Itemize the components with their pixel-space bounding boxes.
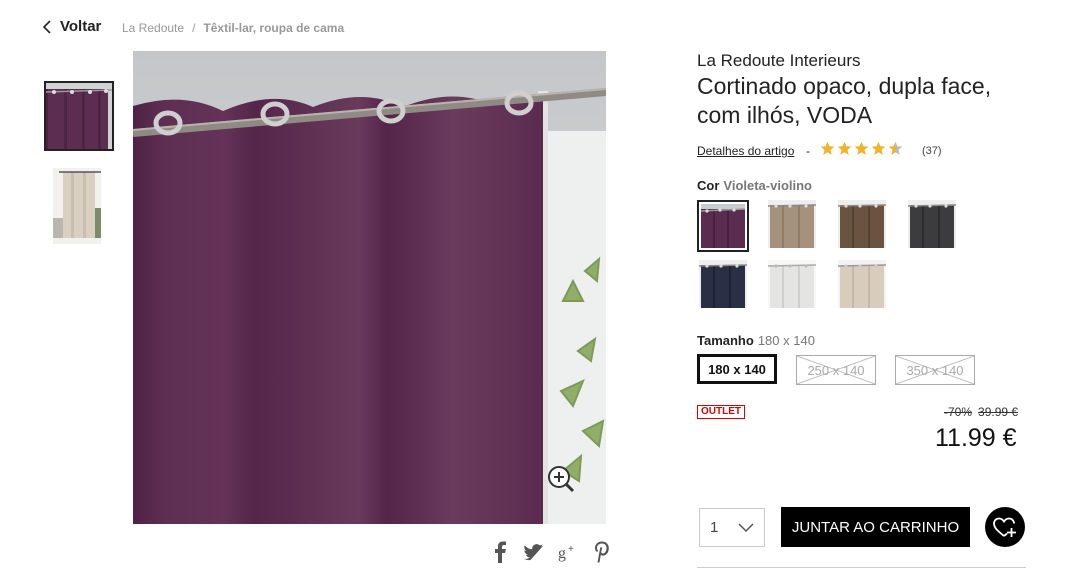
color-swatch-castanho[interactable] — [838, 200, 886, 248]
breadcrumb-item-current[interactable]: Têxtil-lar, roupa de cama — [203, 21, 344, 35]
size-option-250x140[interactable]: 250 x 140 — [796, 355, 876, 385]
color-swatch-azul[interactable] — [699, 260, 747, 308]
size-option-350x140[interactable]: 350 x 140 — [895, 355, 975, 385]
color-label-text: Cor — [697, 178, 720, 193]
add-to-cart-button[interactable]: JUNTAR AO CARRINHO — [781, 507, 970, 547]
divider — [697, 567, 1026, 568]
back-link[interactable]: Voltar — [42, 18, 101, 35]
facebook-icon[interactable] — [490, 540, 510, 564]
outlet-badge: OUTLET — [697, 405, 745, 419]
back-label: Voltar — [60, 18, 102, 35]
google-plus-icon[interactable]: g + — [558, 540, 578, 564]
review-count[interactable]: (37) — [922, 145, 942, 157]
twitter-icon[interactable] — [524, 540, 544, 564]
star-full-icon — [871, 141, 886, 155]
quantity-select[interactable]: 1 — [699, 508, 765, 547]
thumbnail-2[interactable] — [53, 168, 101, 244]
size-option-label: 350 x 140 — [906, 362, 964, 378]
chevron-left-icon — [42, 19, 51, 34]
color-swatch-violeta[interactable] — [697, 200, 749, 252]
product-title: Cortinado opaco, dupla face, com ilhós, … — [697, 73, 992, 128]
color-swatch-branco[interactable] — [768, 260, 816, 308]
color-swatch-cru[interactable] — [838, 260, 886, 308]
breadcrumb: La Redoute / Têxtil-lar, roupa de cama — [122, 21, 344, 35]
chevron-down-icon — [738, 522, 754, 532]
star-full-icon — [837, 141, 852, 155]
size-label-text: Tamanho — [697, 333, 754, 348]
size-option-label: 250 x 140 — [807, 362, 865, 378]
quantity-value: 1 — [710, 519, 719, 536]
star-half-icon — [888, 141, 903, 155]
old-price: 39.99 € — [978, 405, 1019, 419]
color-swatch-antracite[interactable] — [908, 200, 956, 248]
color-swatch-taupe[interactable] — [768, 200, 816, 248]
rating-stars[interactable] — [820, 141, 903, 156]
breadcrumb-separator: / — [192, 21, 196, 35]
size-label: Tamanho 180 x 140 — [697, 333, 815, 348]
wishlist-button[interactable] — [985, 507, 1025, 547]
heart-plus-icon — [993, 517, 1016, 537]
product-details-link[interactable]: Detalhes do artigo — [697, 144, 794, 158]
share-bar: g + — [490, 540, 612, 564]
current-price: 11.99 € — [935, 424, 1017, 452]
svg-text:g: g — [558, 545, 566, 562]
zoom-in-icon[interactable] — [546, 464, 576, 494]
product-main-image[interactable] — [133, 51, 606, 524]
breadcrumb-item-home[interactable]: La Redoute — [122, 21, 184, 35]
size-option-180x140[interactable]: 180 x 140 — [697, 354, 777, 384]
color-label: Cor Violeta-violino — [697, 178, 812, 193]
color-value: Violeta-violino — [723, 178, 812, 193]
thumbnail-1[interactable] — [44, 81, 114, 151]
product-brand[interactable]: La Redoute Interieurs — [697, 51, 861, 71]
discount-info: -70% 39.99 € — [944, 405, 1018, 419]
size-value: 180 x 140 — [757, 333, 815, 348]
star-full-icon — [854, 141, 869, 155]
star-full-icon — [820, 141, 835, 155]
pinterest-icon[interactable] — [592, 540, 612, 564]
discount-percent: -70% — [944, 405, 973, 419]
rating-separator: - — [806, 144, 810, 158]
svg-text:+: + — [568, 544, 574, 555]
